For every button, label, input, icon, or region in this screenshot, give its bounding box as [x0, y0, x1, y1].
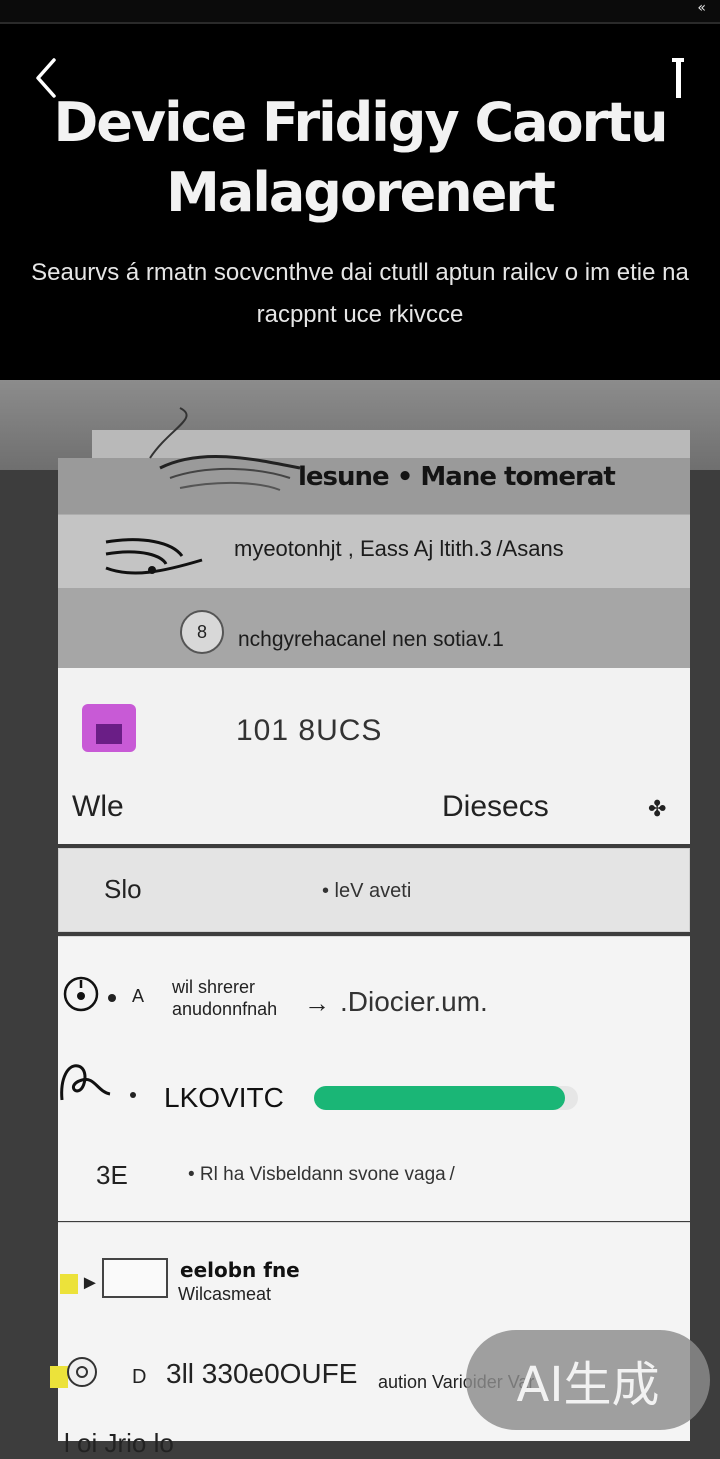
ai-generated-watermark: AI生成 — [466, 1330, 710, 1430]
arrow-right-icon: → — [304, 988, 330, 1018]
page-title: Device Fridigy Caortu Malagorenert — [53, 91, 668, 224]
progress-bar — [314, 1086, 578, 1110]
list-item-title: eelobn fne — [180, 1258, 300, 1282]
list-item-subtitle: Wilcasmeat — [178, 1284, 272, 1304]
detail-row-marker: A — [132, 986, 145, 1006]
devices-label: Diesecs — [442, 790, 549, 823]
summary-left-label: Wle — [72, 790, 124, 823]
info-row-text: myeotonhjt , Eass Aj ltith.3 /Asans — [234, 536, 564, 561]
play-icon: ► — [80, 1272, 100, 1294]
highlight-marker — [60, 1274, 78, 1294]
summary-card[interactable] — [58, 668, 690, 844]
cable-icon — [58, 1060, 114, 1104]
detail-row-value[interactable]: .Diocier.um. — [340, 986, 488, 1018]
banner-title: lesune • Mane tomerat — [298, 462, 616, 492]
progress-fill — [314, 1086, 565, 1110]
wave-icon — [102, 532, 212, 582]
info-row-text: nchgyrehacanel nen sotiav.1 — [238, 628, 504, 651]
page-subtitle: Seaurvs á rmatn socvcnthve dai ctutll ap… — [31, 259, 689, 328]
count-badge: 8 — [180, 610, 224, 654]
list-item-partial: l oi Jrio lo — [64, 1428, 174, 1458]
target-icon — [62, 974, 100, 1014]
sort-icon[interactable]: ✤ — [648, 796, 666, 822]
list-item-marker: D — [132, 1366, 147, 1388]
detail-row-label: 3E — [96, 1160, 128, 1190]
bullet-dot — [130, 1092, 136, 1098]
detail-row-label: wil shrerer anudonnfnah — [172, 977, 278, 1019]
app-icon-glyph — [96, 724, 122, 744]
progress-label: LKOVITC — [164, 1082, 284, 1113]
status-card-value: • leV aveti — [322, 880, 412, 902]
detail-row-note: • Rl ha Visbeldann svone vaga / — [188, 1164, 455, 1185]
bullet-dot — [108, 994, 116, 1002]
status-card-label: Slo — [104, 874, 142, 904]
status-bar: « — [0, 0, 720, 24]
summary-value: 101 8UCS — [236, 714, 383, 747]
status-icon: « — [697, 0, 706, 16]
sketch-decoration-icon — [140, 398, 320, 508]
list-item-value[interactable]: 3ll 330e0OUFE — [166, 1358, 357, 1390]
thumbnail-image[interactable] — [102, 1258, 168, 1298]
disc-icon — [64, 1354, 100, 1390]
